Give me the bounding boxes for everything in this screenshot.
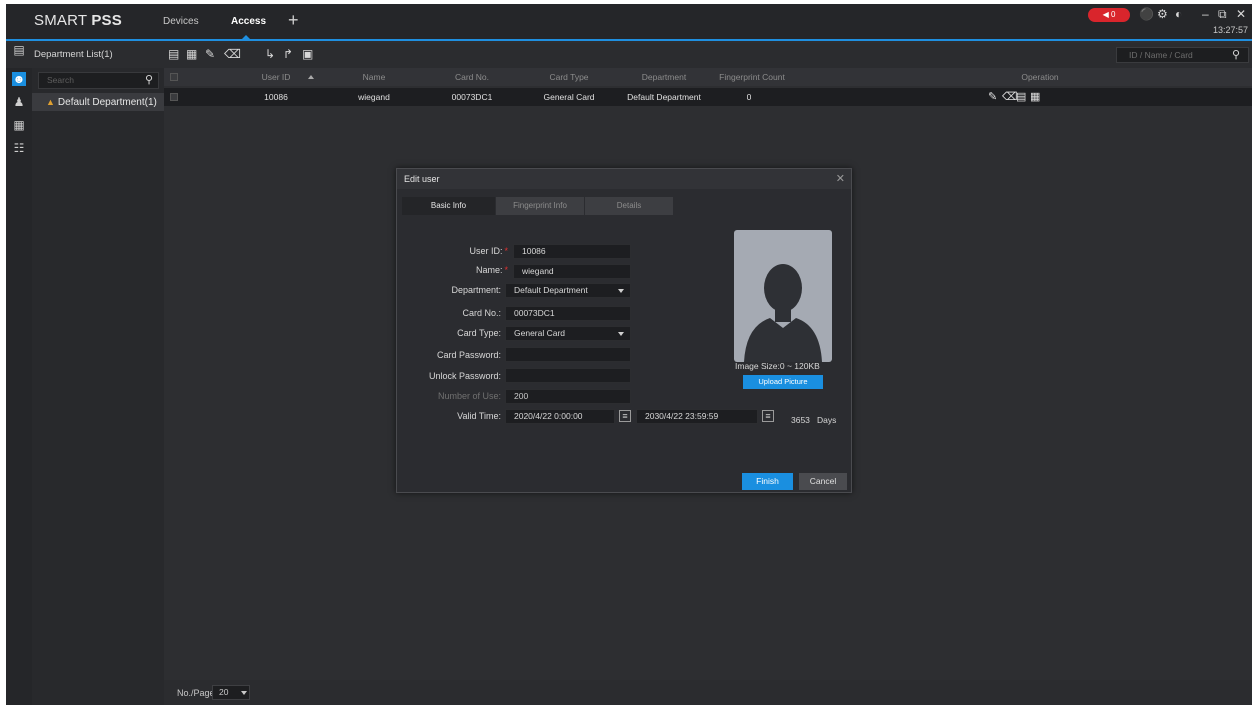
number-of-use-input[interactable]: 200 — [505, 389, 631, 404]
header-user-id[interactable]: User ID — [244, 68, 308, 86]
table-row[interactable]: 10086 wiegand 00073DC1 General Card Defa… — [164, 88, 1252, 106]
module-sidebar: ▤ ☻ ♟ ▦ ☷ — [6, 43, 32, 705]
card-type-select[interactable]: General Card — [505, 326, 631, 341]
per-page-label: No./Page — [177, 688, 215, 698]
org-tree-icon: ▲ — [46, 97, 55, 107]
row-checkbox[interactable] — [170, 93, 178, 101]
number-of-use-label: Number of Use: — [437, 391, 501, 401]
cell-fingerprint-count: 0 — [746, 92, 752, 102]
cancel-button[interactable]: Cancel — [799, 473, 847, 490]
valid-end-input[interactable]: 2030/4/22 23:59:59 — [636, 409, 758, 424]
delete-icon[interactable]: ⌫ — [224, 47, 241, 61]
fingerprint-icon[interactable]: ▦ — [1030, 88, 1040, 106]
add-department-icon[interactable]: ▤ — [168, 47, 179, 61]
department-search-input[interactable]: Search — [38, 72, 159, 89]
clock: 13:27:57 — [1212, 25, 1248, 35]
pagination-footer: No./Page 20 — [164, 680, 1252, 705]
export-icon[interactable]: ↱ — [283, 47, 293, 61]
cell-department: Default Department — [627, 92, 701, 102]
active-tab-indicator — [242, 35, 250, 39]
title-bar: SMART PSS Devices Access + ◀ 0 ⚫ ⚙ ◐ – ⧉… — [6, 4, 1252, 41]
card-issue-icon[interactable]: ▣ — [302, 47, 313, 61]
name-label: Name: * — [475, 265, 508, 275]
person-card-icon[interactable]: ☻ — [12, 72, 26, 86]
department-select[interactable]: Default Department — [505, 283, 631, 298]
tab-basic-info[interactable]: Basic Info — [402, 197, 495, 215]
department-label: Department: — [451, 285, 501, 295]
user-manage-icon[interactable]: ♟ — [12, 95, 26, 109]
name-input[interactable]: wiegand — [513, 264, 631, 279]
minimize-icon[interactable]: – — [1202, 7, 1209, 21]
per-page-value: 20 — [219, 687, 229, 697]
tab-access[interactable]: Access — [231, 16, 266, 27]
add-tab-button[interactable]: + — [288, 10, 299, 31]
department-item-default[interactable]: ▲ Default Department(1) — [32, 93, 164, 111]
image-size-hint: Image Size:0 ~ 120KB — [735, 361, 820, 371]
cell-card-no: 00073DC1 — [451, 92, 493, 102]
header-card-no[interactable]: Card No. — [432, 68, 512, 86]
cell-user-id: 10086 — [264, 92, 288, 102]
user-icon[interactable]: ⚫ — [1139, 7, 1154, 21]
chevron-down-icon — [241, 691, 247, 695]
finish-button[interactable]: Finish — [742, 473, 793, 490]
tab-fingerprint-info[interactable]: Fingerprint Info — [496, 197, 584, 215]
edit-icon[interactable]: ✎ — [205, 47, 215, 61]
app-logo: SMART PSS — [34, 12, 122, 29]
user-id-input[interactable]: 10086 — [513, 244, 631, 259]
app-window: SMART PSS Devices Access + ◀ 0 ⚫ ⚙ ◐ – ⧉… — [6, 4, 1252, 705]
department-panel: Search ⚲ ▲ Default Department(1) — [32, 68, 164, 705]
header-department[interactable]: Department — [619, 68, 709, 86]
toolbar: Department List(1) ▤ ▦ ✎ ⌫ ↳ ↱ ▣ ID / Na… — [6, 43, 1252, 68]
card-password-label: Card Password: — [436, 350, 501, 360]
card-icon[interactable]: ▤ — [1016, 88, 1026, 106]
table-header: User ID Name Card No. Card Type Departme… — [164, 68, 1252, 86]
header-card-type[interactable]: Card Type — [524, 68, 614, 86]
calendar-icon[interactable]: ≡ — [619, 410, 631, 422]
dialog-title: Edit user — [404, 174, 440, 184]
dialog-header: Edit user ✕ — [397, 169, 851, 189]
sort-asc-icon[interactable] — [308, 75, 314, 79]
move-user-icon[interactable]: ↳ — [265, 47, 275, 61]
alarm-badge[interactable]: ◀ 0 — [1088, 8, 1130, 22]
upload-picture-button[interactable]: Upload Picture — [743, 375, 823, 389]
header-name[interactable]: Name — [339, 68, 409, 86]
department-list-title: Department List(1) — [34, 49, 113, 60]
avatar-silhouette-icon — [744, 264, 822, 362]
department-item-label: Default Department(1) — [57, 97, 157, 108]
calendar-icon[interactable]: ≡ — [762, 410, 774, 422]
search-icon[interactable]: ⚲ — [1232, 48, 1240, 61]
cell-card-type: General Card — [543, 92, 595, 102]
card-password-input[interactable] — [505, 347, 631, 362]
valid-days: 3653 Days — [791, 415, 837, 425]
tab-details[interactable]: Details — [585, 197, 673, 215]
header-operation: Operation — [1021, 72, 1059, 82]
cell-name: wiegand — [358, 92, 390, 102]
close-icon[interactable]: ✕ — [1236, 7, 1246, 21]
edit-user-dialog: Edit user ✕ Basic Info Fingerprint Info … — [396, 168, 852, 493]
access-level-icon[interactable]: ▦ — [12, 118, 26, 132]
restore-icon[interactable]: ⧉ — [1218, 7, 1227, 22]
user-id-label: User ID: * — [469, 246, 508, 256]
select-all-checkbox[interactable] — [170, 73, 178, 81]
card-no-input[interactable]: 00073DC1 — [505, 306, 631, 321]
per-page-select[interactable]: 20 — [212, 685, 250, 700]
edit-icon[interactable]: ✎ — [988, 88, 997, 106]
unlock-password-label: Unlock Password: — [428, 371, 501, 381]
calendar-icon[interactable]: ☷ — [12, 141, 26, 155]
header-fingerprint-count[interactable]: Fingerprint Count — [707, 68, 797, 86]
gear-icon[interactable]: ⚙ — [1157, 7, 1168, 21]
user-search-input[interactable]: ID / Name / Card — [1116, 47, 1249, 63]
report-icon[interactable]: ▤ — [12, 43, 26, 57]
card-type-label: Card Type: — [457, 328, 501, 338]
card-no-label: Card No.: — [462, 308, 501, 318]
search-icon[interactable]: ⚲ — [145, 73, 153, 86]
tab-devices[interactable]: Devices — [163, 16, 199, 27]
valid-time-label: Valid Time: — [457, 411, 501, 421]
close-icon[interactable]: ✕ — [836, 172, 845, 185]
import-icon[interactable]: ▦ — [186, 47, 197, 61]
valid-start-input[interactable]: 2020/4/22 0:00:00 — [505, 409, 615, 424]
unlock-password-input[interactable] — [505, 368, 631, 383]
performance-icon[interactable]: ◐ — [1175, 7, 1182, 21]
user-photo-placeholder — [734, 230, 832, 362]
